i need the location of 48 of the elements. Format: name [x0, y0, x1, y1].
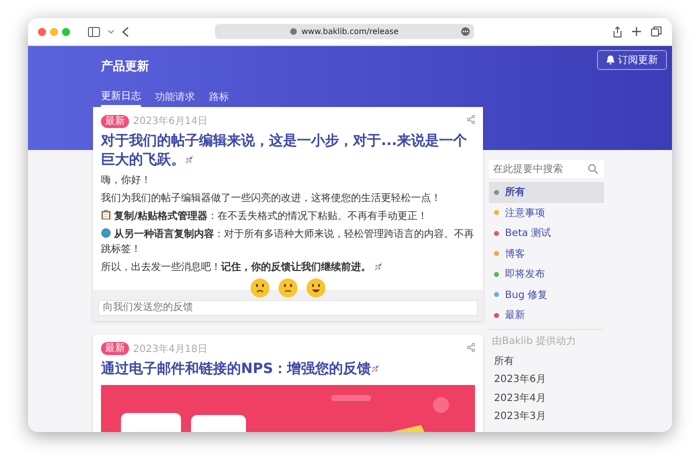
- smile-face-icon[interactable]: [306, 278, 326, 298]
- sidebar-icon[interactable]: [88, 26, 100, 36]
- post-tag: 最新: [101, 342, 129, 355]
- category-item[interactable]: 所有: [489, 182, 604, 202]
- close-button[interactable]: [38, 28, 46, 36]
- rocket-icon: [185, 154, 195, 164]
- sad-face-icon[interactable]: [250, 278, 270, 298]
- tab[interactable]: 路标: [209, 89, 229, 107]
- tab[interactable]: 功能请求: [155, 89, 195, 107]
- post-date: 2023年4月18日: [133, 342, 208, 356]
- category-item[interactable]: 博客: [489, 244, 604, 264]
- paragraph: 从另一种语言复制内容：对于所有多语种大师来说，轻松管理跨语言的内容。不再跳标签！: [101, 227, 475, 257]
- paragraph: 所以，出去发一些消息吧！记住，你的反馈让我们继续前进。: [101, 260, 475, 275]
- bell-icon: [606, 55, 615, 65]
- archive-link[interactable]: 2023年4月: [489, 388, 604, 407]
- category-item[interactable]: 最新: [489, 305, 604, 326]
- paragraph: 复制/粘贴格式管理器：在不丢失格式的情况下粘贴。不再有手动更正！: [101, 209, 475, 224]
- page-title: 产品更新: [101, 58, 150, 75]
- archive-link[interactable]: 所有: [489, 352, 604, 370]
- archive-link[interactable]: 2023年6月: [489, 370, 604, 388]
- tabs-icon[interactable]: [651, 26, 662, 37]
- category-item[interactable]: 注意事项: [489, 202, 604, 223]
- address-bar[interactable]: www.baklib.com/release: [215, 24, 474, 39]
- back-icon[interactable]: [122, 26, 129, 36]
- post-title[interactable]: 对于我们的帖子编辑来说，这是一小步，对于...来说是一个巨大的飞跃。: [101, 132, 475, 170]
- rocket-icon: [374, 261, 384, 271]
- category-item[interactable]: 即将发布: [489, 264, 604, 284]
- clipboard-icon: [101, 210, 111, 220]
- paragraph: 嗨，你好！: [101, 174, 152, 188]
- search-field[interactable]: 在此提要中搜索: [489, 160, 604, 178]
- archive-link[interactable]: 2023年3月: [489, 407, 604, 426]
- post-tag: 最新: [101, 114, 129, 128]
- feedback-field[interactable]: 向我们发送您的反馈: [98, 300, 478, 316]
- post-date: 2023年6月14日: [133, 115, 208, 128]
- category-item[interactable]: Beta 测试: [489, 223, 604, 244]
- paragraph: 我们为我们的帖子编辑器做了一些闪亮的改进，这将使您的生活更轻松一点！: [101, 192, 442, 206]
- search-icon: [588, 164, 598, 174]
- plus-icon[interactable]: [632, 27, 641, 36]
- more-icon[interactable]: [461, 27, 470, 36]
- category-item[interactable]: Bug 修复: [489, 284, 604, 305]
- globe-icon: [101, 228, 111, 238]
- subscribe-button[interactable]: 订阅更新: [597, 50, 667, 70]
- share-icon[interactable]: [613, 26, 622, 38]
- post-title[interactable]: 通过电子邮件和链接的NPS：增强您的反馈: [101, 360, 475, 378]
- url-text: www.baklib.com/release: [301, 27, 399, 36]
- chevron-down-icon[interactable]: [108, 30, 114, 34]
- neutral-face-icon[interactable]: [278, 278, 298, 298]
- rocket-icon: [371, 362, 382, 372]
